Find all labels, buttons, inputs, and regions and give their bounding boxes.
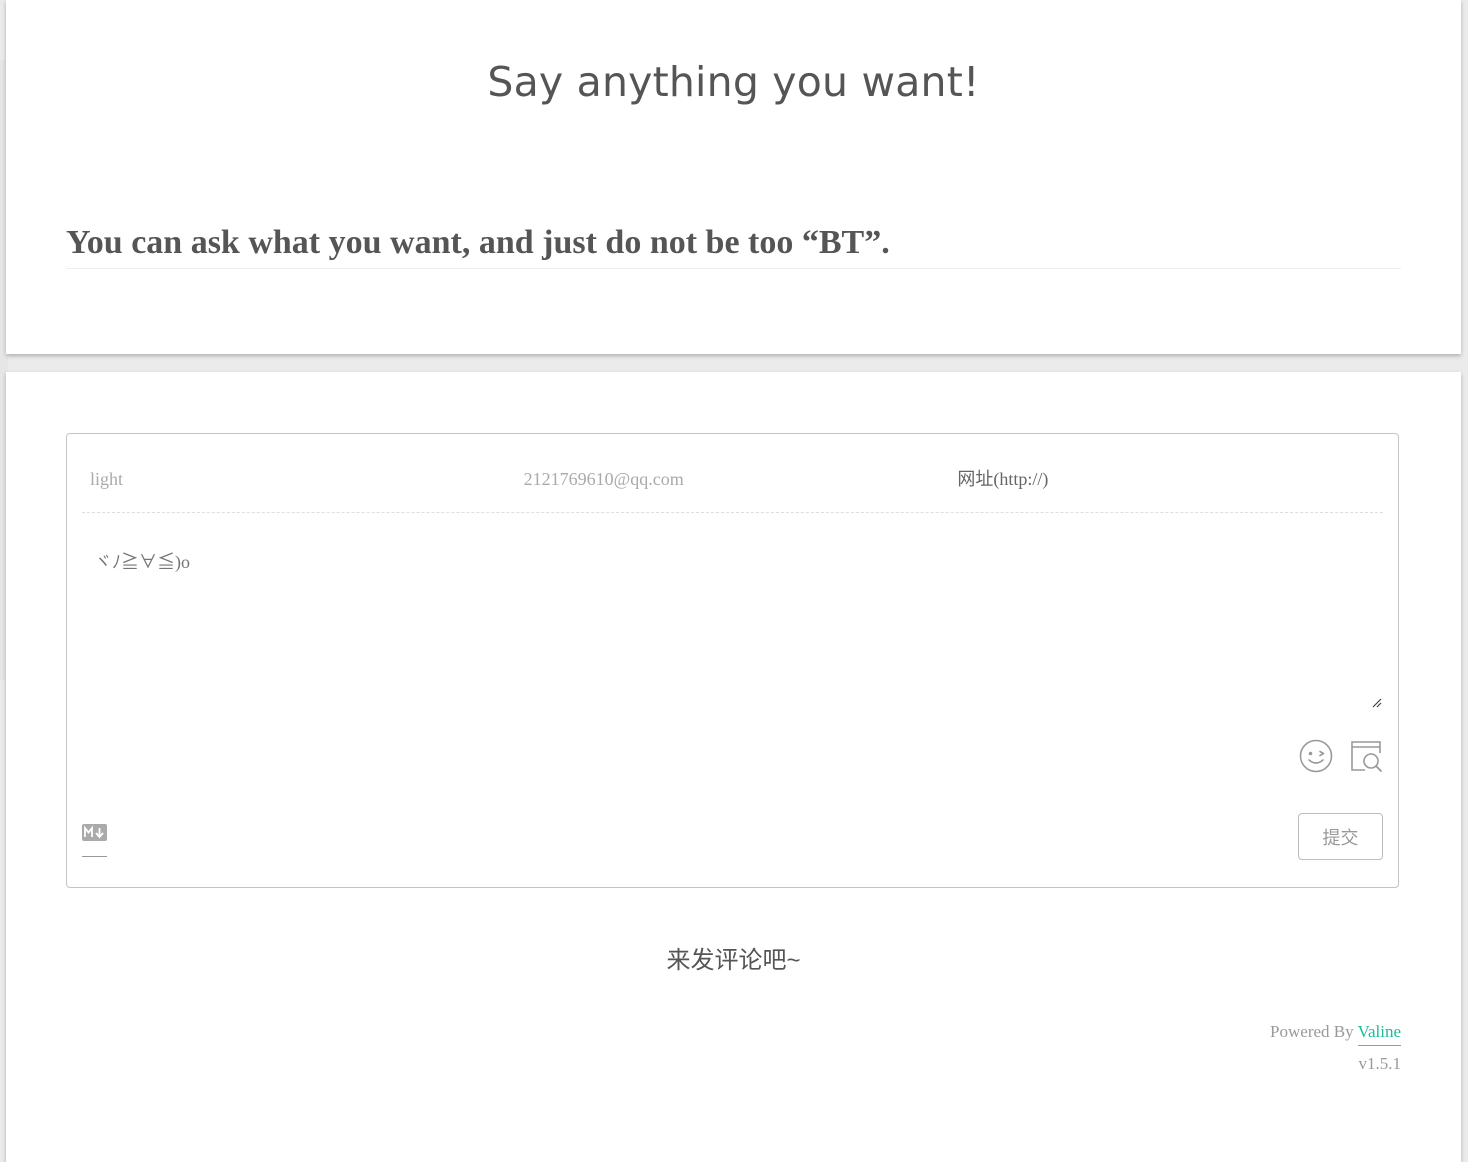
emoji-button[interactable]: [1299, 739, 1333, 773]
resize-grip-icon[interactable]: [1372, 698, 1382, 708]
valine-link[interactable]: Valine: [1357, 1022, 1401, 1046]
nickname-input[interactable]: [82, 454, 516, 504]
url-input[interactable]: [949, 454, 1384, 504]
powered-by: Powered By Valine: [1270, 1022, 1401, 1046]
smile-wink-icon: [1299, 739, 1333, 773]
preview-button[interactable]: [1349, 739, 1383, 773]
email-input[interactable]: [515, 454, 950, 504]
markdown-link[interactable]: [82, 824, 107, 857]
comment-textarea[interactable]: [82, 534, 1383, 714]
comment-form: 提交: [66, 433, 1399, 888]
version-label: v1.5.1: [1358, 1054, 1402, 1073]
preview-icon: [1351, 741, 1382, 772]
page-header-card: Say anything you want! You can ask what …: [6, 0, 1461, 354]
empty-comments-text: 来发评论吧~: [666, 947, 801, 974]
submit-button[interactable]: 提交: [1298, 813, 1383, 860]
comments-card: 提交 来发评论吧~ Powered By Valine v1.5.1: [6, 372, 1461, 1162]
comment-form-header: [82, 454, 1384, 513]
intro-heading: You can ask what you want, and just do n…: [66, 224, 1401, 269]
powered-by-label: Powered By: [1270, 1022, 1358, 1041]
comment-tools: [1299, 739, 1383, 773]
page-title: Say anything you want!: [487, 58, 980, 106]
markdown-icon: [82, 824, 107, 841]
